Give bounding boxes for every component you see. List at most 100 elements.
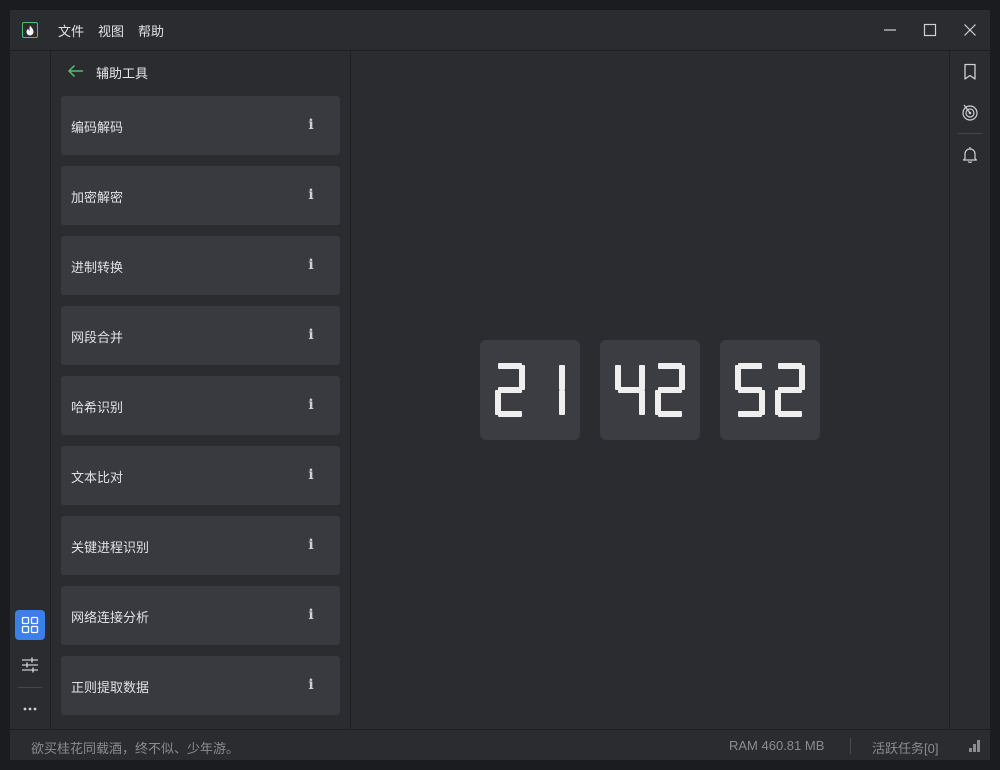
clock-segment bbox=[615, 365, 621, 390]
ram-usage: RAM 460.81 MB bbox=[729, 738, 825, 753]
clock-digit bbox=[735, 363, 765, 417]
sliders-icon bbox=[22, 657, 38, 673]
left-nav-rail bbox=[10, 51, 51, 729]
clock-segment bbox=[498, 411, 522, 417]
ellipsis-icon bbox=[23, 707, 37, 711]
info-icon[interactable]: i bbox=[304, 116, 318, 134]
tool-card-label: 哈希识别 bbox=[71, 400, 124, 415]
app-window: 文件 视图 帮助 辅助工具 编码解码 i 加密解密 i 进制转换 i 网段合并 … bbox=[10, 10, 990, 760]
info-icon[interactable]: i bbox=[304, 326, 318, 344]
tool-card-label: 编码解码 bbox=[71, 120, 124, 135]
signal-bars-icon bbox=[969, 740, 980, 752]
minimize-icon bbox=[884, 29, 896, 31]
active-tasks[interactable]: 活跃任务[0] bbox=[872, 738, 938, 757]
clock-segment bbox=[559, 365, 565, 390]
menu-help[interactable]: 帮助 bbox=[138, 21, 164, 40]
tool-card-label: 加密解密 bbox=[71, 190, 124, 205]
title-bar: 文件 视图 帮助 bbox=[10, 10, 990, 51]
info-icon[interactable]: i bbox=[304, 186, 318, 204]
tool-card-label: 网段合并 bbox=[71, 330, 124, 345]
clock-segment bbox=[658, 387, 682, 393]
clock-hours bbox=[480, 340, 580, 440]
clock-digit bbox=[495, 363, 525, 417]
status-bar: 欲买桂花同载酒，终不似、少年游。 RAM 460.81 MB 活跃任务[0] bbox=[10, 729, 990, 760]
tool-card-regex-extract[interactable]: 正则提取数据 i bbox=[61, 656, 340, 715]
clock-segment bbox=[639, 390, 645, 415]
clock-minutes-digits bbox=[615, 363, 685, 417]
clock-segment bbox=[738, 363, 762, 369]
bookmark-button[interactable] bbox=[958, 60, 982, 84]
panel-header: 辅助工具 bbox=[51, 51, 350, 91]
clock-digit bbox=[655, 363, 685, 417]
clock-seconds bbox=[720, 340, 820, 440]
target-icon bbox=[962, 104, 978, 121]
tool-card-base-conversion[interactable]: 进制转换 i bbox=[61, 236, 340, 295]
menu-view[interactable]: 视图 bbox=[98, 21, 124, 40]
menu-bar: 文件 视图 帮助 bbox=[58, 10, 164, 50]
tools-panel: 辅助工具 编码解码 i 加密解密 i 进制转换 i 网段合并 i 哈希识别 i … bbox=[51, 51, 351, 729]
fire-icon bbox=[22, 22, 38, 38]
menu-file[interactable]: 文件 bbox=[58, 21, 84, 40]
minimize-button[interactable] bbox=[870, 10, 910, 50]
clock-digit bbox=[615, 365, 645, 415]
clock-segment bbox=[778, 363, 802, 369]
clock-segment bbox=[738, 387, 762, 393]
clock-segment bbox=[778, 411, 802, 417]
status-quote: 欲买桂花同载酒，终不似、少年游。 bbox=[31, 741, 240, 756]
clock-seconds-digits bbox=[735, 363, 805, 417]
target-button[interactable] bbox=[958, 100, 982, 124]
clock-segment bbox=[658, 363, 682, 369]
clock-segment bbox=[618, 387, 642, 393]
clock-segment bbox=[799, 365, 805, 390]
rail-divider bbox=[958, 133, 982, 134]
info-icon[interactable]: i bbox=[304, 256, 318, 274]
apps-button[interactable] bbox=[15, 610, 45, 640]
rail-divider bbox=[18, 687, 42, 688]
bell-icon bbox=[962, 147, 978, 163]
maximize-icon bbox=[923, 23, 937, 37]
tool-card-label: 网络连接分析 bbox=[71, 610, 150, 625]
status-divider bbox=[850, 738, 851, 754]
clock-segment bbox=[658, 411, 682, 417]
bookmark-icon bbox=[964, 63, 976, 80]
digital-clock bbox=[480, 340, 820, 440]
clock-segment bbox=[738, 411, 762, 417]
grid-icon bbox=[21, 616, 39, 634]
tool-card-text-compare[interactable]: 文本比对 i bbox=[61, 446, 340, 505]
more-button[interactable] bbox=[15, 694, 45, 724]
tool-card-encode-decode[interactable]: 编码解码 i bbox=[61, 96, 340, 155]
info-icon[interactable]: i bbox=[304, 676, 318, 694]
panel-title: 辅助工具 bbox=[96, 66, 149, 81]
arrow-left-icon[interactable] bbox=[67, 63, 85, 79]
tool-card-label: 关键进程识别 bbox=[71, 540, 150, 555]
clock-digit bbox=[559, 365, 565, 415]
info-icon[interactable]: i bbox=[304, 536, 318, 554]
tool-card-process-identify[interactable]: 关键进程识别 i bbox=[61, 516, 340, 575]
clock-segment bbox=[639, 365, 645, 390]
info-icon[interactable]: i bbox=[304, 396, 318, 414]
close-button[interactable] bbox=[950, 10, 990, 50]
tool-card-hash-identify[interactable]: 哈希识别 i bbox=[61, 376, 340, 435]
clock-segment bbox=[778, 387, 802, 393]
clock-minutes bbox=[600, 340, 700, 440]
notifications-button[interactable] bbox=[958, 143, 982, 167]
settings-button[interactable] bbox=[15, 650, 45, 680]
tool-card-label: 进制转换 bbox=[71, 260, 124, 275]
clock-segment bbox=[679, 365, 685, 390]
clock-segment bbox=[498, 363, 522, 369]
clock-segment bbox=[559, 390, 565, 415]
tool-card-network-analysis[interactable]: 网络连接分析 i bbox=[61, 586, 340, 645]
right-rail bbox=[949, 51, 990, 729]
clock-segment bbox=[498, 387, 522, 393]
clock-segment bbox=[735, 365, 741, 390]
clock-segment bbox=[519, 365, 525, 390]
info-icon[interactable]: i bbox=[304, 606, 318, 624]
tool-card-label: 文本比对 bbox=[71, 470, 124, 485]
info-icon[interactable]: i bbox=[304, 466, 318, 484]
tool-card-label: 正则提取数据 bbox=[71, 680, 150, 695]
clock-hours-digits bbox=[495, 363, 565, 417]
tool-card-encrypt-decrypt[interactable]: 加密解密 i bbox=[61, 166, 340, 225]
close-icon bbox=[964, 24, 976, 36]
tool-card-subnet-merge[interactable]: 网段合并 i bbox=[61, 306, 340, 365]
maximize-button[interactable] bbox=[910, 10, 950, 50]
